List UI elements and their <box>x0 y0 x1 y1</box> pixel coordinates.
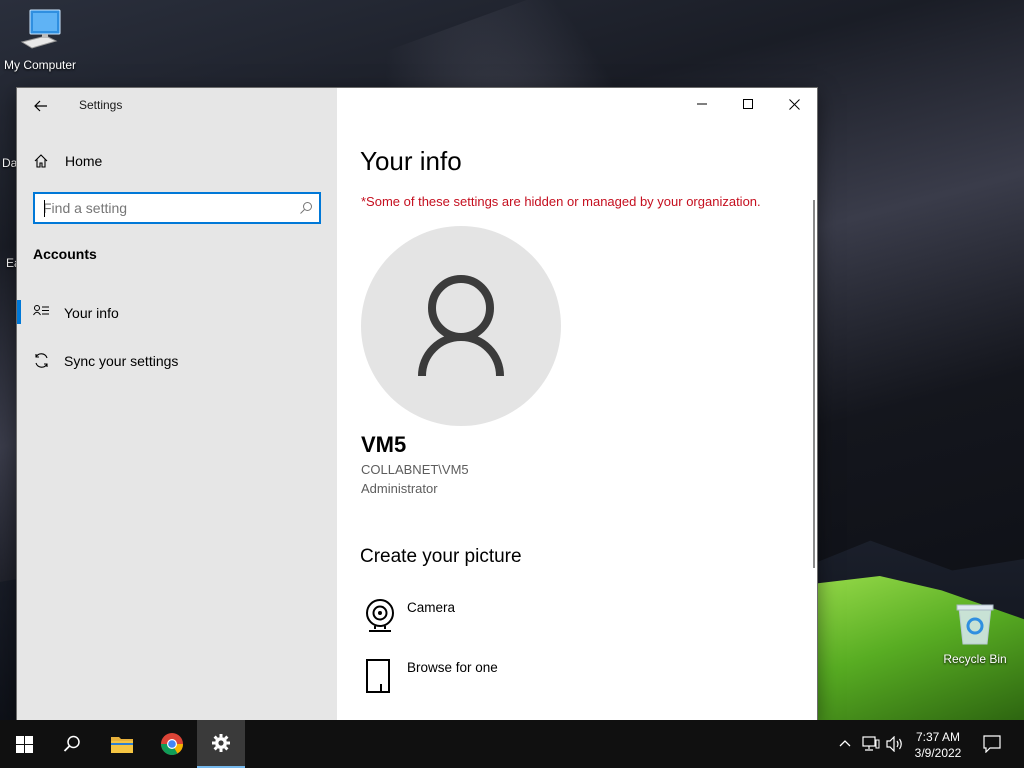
search-input[interactable] <box>43 199 283 217</box>
chrome-icon <box>161 733 183 755</box>
minimize-icon <box>697 103 707 105</box>
close-button[interactable] <box>771 88 817 120</box>
desktop-icon-recycle-bin[interactable]: Recycle Bin <box>935 602 1015 666</box>
sidebar-item-your-info[interactable]: Your info <box>17 294 337 332</box>
organization-notice: *Some of these settings are hidden or ma… <box>361 194 761 209</box>
camera-option-label: Camera <box>407 600 456 615</box>
search-taskbar-button[interactable] <box>48 720 96 768</box>
chevron-up-icon[interactable] <box>838 736 852 750</box>
back-arrow-icon <box>34 100 47 112</box>
sidebar-item-label: Your info <box>64 305 119 321</box>
nav-section-title: Accounts <box>33 246 97 262</box>
notification-icon[interactable] <box>983 735 1001 753</box>
minimize-button[interactable] <box>679 88 725 120</box>
text-caret <box>44 200 45 217</box>
nav-home[interactable]: Home <box>17 146 337 176</box>
windows-logo-icon <box>15 735 33 753</box>
computer-icon <box>20 9 61 49</box>
selected-indicator <box>17 300 21 324</box>
user-role: Administrator <box>361 481 438 496</box>
browse-option[interactable]: Browse for one <box>359 658 619 704</box>
search-icon <box>63 735 80 752</box>
settings-window: Settings Home Accounts Your info <box>17 88 817 720</box>
user-name: VM5 <box>361 432 407 457</box>
maximize-icon <box>743 99 753 109</box>
taskbar-clock[interactable]: 7:37 AM 3/9/2022 <box>906 729 970 761</box>
webcam-icon <box>366 599 394 632</box>
user-account: COLLABNET\VM5 <box>361 462 469 477</box>
page-title: Your info <box>360 146 462 176</box>
close-icon <box>788 98 800 110</box>
desktop-icon-my-computer[interactable]: My Computer <box>0 8 80 72</box>
volume-icon[interactable] <box>886 736 904 752</box>
back-button[interactable] <box>29 94 53 118</box>
clock-date: 3/9/2022 <box>914 746 962 760</box>
camera-option[interactable]: Camera <box>359 598 619 644</box>
desktop-icon-label-partial[interactable]: Da <box>2 156 17 170</box>
contact-info-icon <box>33 305 49 316</box>
network-icon[interactable] <box>862 736 880 752</box>
file-explorer-button[interactable] <box>98 720 146 768</box>
recycle-bin-icon <box>956 604 994 645</box>
folder-icon <box>111 737 133 753</box>
window-title: Settings <box>79 98 123 112</box>
sync-icon <box>35 353 48 368</box>
search-box[interactable] <box>33 192 321 224</box>
nav-home-label: Home <box>65 153 103 169</box>
content-pane: Your info *Some of these settings are hi… <box>337 88 817 720</box>
desktop-icon-label: My Computer <box>3 58 77 72</box>
home-icon <box>34 154 48 168</box>
maximize-button[interactable] <box>725 88 771 120</box>
search-icon[interactable] <box>299 201 313 215</box>
clock-time: 7:37 AM <box>915 730 961 744</box>
scrollbar[interactable] <box>813 200 815 568</box>
sidebar-item-sync-settings[interactable]: Sync your settings <box>17 342 337 380</box>
taskbar: 7:37 AM 3/9/2022 <box>0 720 1024 768</box>
browse-option-label: Browse for one <box>407 660 498 675</box>
start-button[interactable] <box>0 720 48 768</box>
gear-icon <box>212 734 230 752</box>
chrome-button[interactable] <box>148 720 196 768</box>
file-icon <box>366 659 390 693</box>
create-picture-heading: Create your picture <box>360 546 522 567</box>
navigation-pane: Settings Home Accounts Your info <box>17 88 337 720</box>
settings-taskbar-button[interactable] <box>197 720 245 768</box>
sidebar-item-label: Sync your settings <box>64 353 179 369</box>
desktop-icon-label: Recycle Bin <box>943 652 1007 666</box>
avatar <box>361 226 561 426</box>
user-icon <box>418 275 504 377</box>
